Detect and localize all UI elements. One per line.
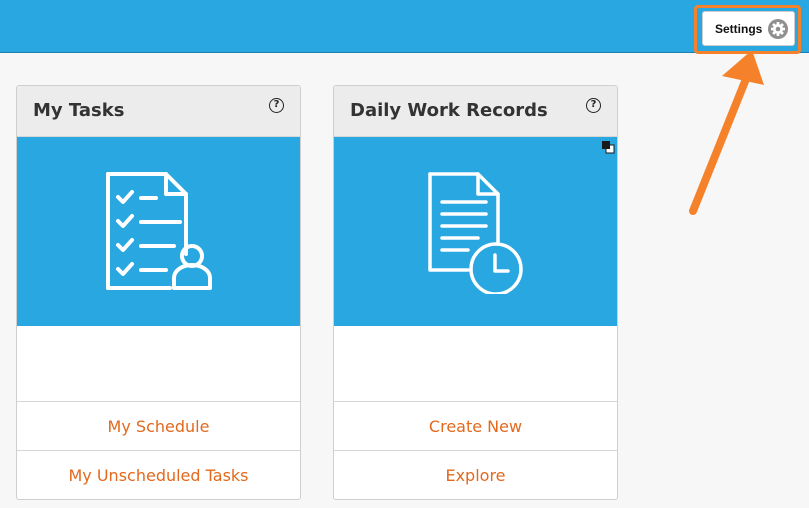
my-schedule-link[interactable]: My Schedule bbox=[17, 401, 300, 450]
daily-work-records-card: Daily Work Records ? Create New Explore bbox=[333, 85, 618, 500]
my-unscheduled-tasks-link[interactable]: My Unscheduled Tasks bbox=[17, 450, 300, 499]
daily-work-records-image[interactable] bbox=[334, 137, 617, 326]
card-title: My Tasks bbox=[33, 100, 125, 121]
help-icon[interactable]: ? bbox=[586, 98, 601, 113]
my-tasks-card: My Tasks ? My Schedule My Unscheduled Ta… bbox=[16, 85, 301, 500]
settings-button[interactable]: Settings bbox=[702, 11, 795, 46]
my-tasks-image[interactable] bbox=[17, 137, 300, 326]
help-icon[interactable]: ? bbox=[269, 98, 284, 113]
popout-icon[interactable] bbox=[601, 140, 615, 154]
create-new-link[interactable]: Create New bbox=[334, 401, 617, 450]
card-header: Daily Work Records ? bbox=[334, 86, 617, 137]
pointer-arrow bbox=[689, 50, 764, 215]
card-title: Daily Work Records bbox=[350, 100, 548, 121]
card-body bbox=[17, 326, 300, 401]
document-clock-icon bbox=[427, 171, 523, 294]
gear-icon bbox=[768, 19, 788, 39]
top-bar bbox=[0, 0, 809, 53]
task-checklist-user-icon bbox=[105, 171, 212, 290]
card-body bbox=[334, 326, 617, 401]
settings-button-label: Settings bbox=[715, 21, 763, 36]
card-header: My Tasks ? bbox=[17, 86, 300, 137]
explore-link[interactable]: Explore bbox=[334, 450, 617, 499]
